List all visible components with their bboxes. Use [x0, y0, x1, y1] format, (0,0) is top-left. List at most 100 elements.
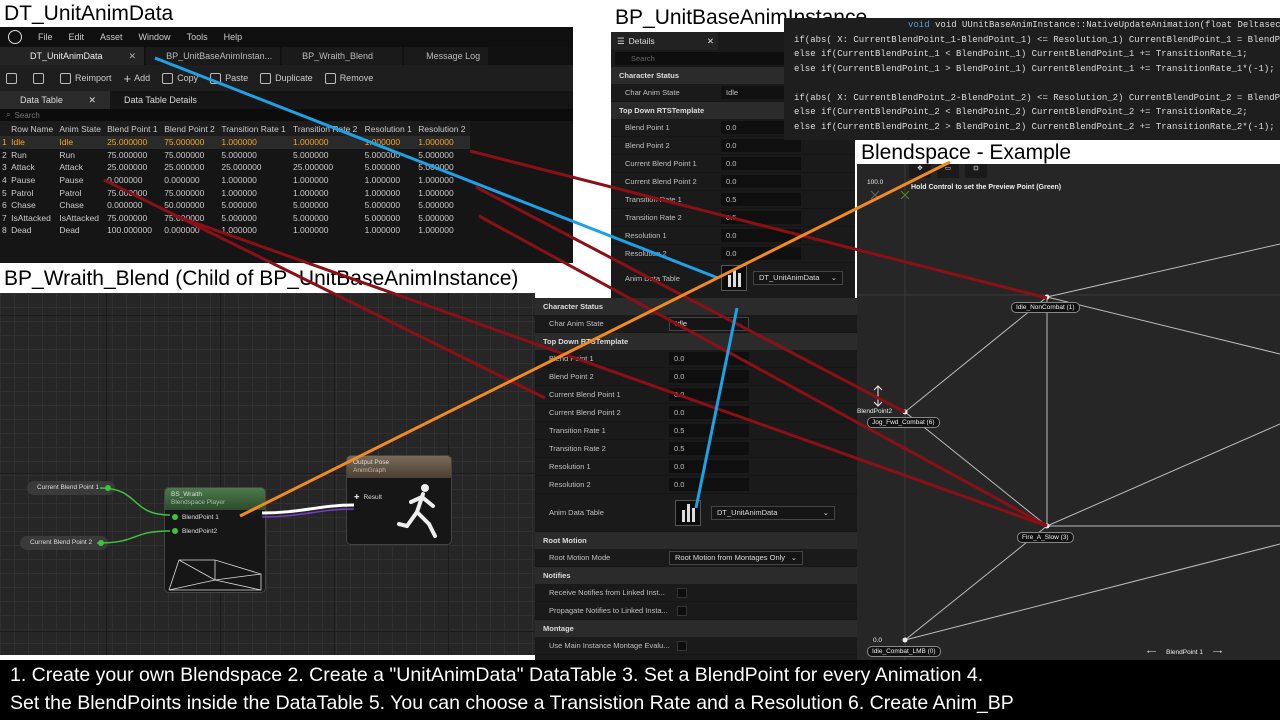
column-header[interactable]	[0, 121, 10, 136]
var-current-blend-point-2[interactable]: Current Blend Point 2	[20, 536, 109, 550]
table-row[interactable]: 1 Idle Idle 25.000000 75.000000 1.000000 1.000…	[0, 136, 470, 149]
prop-value-input[interactable]: 0.0	[721, 229, 801, 242]
details-tab[interactable]: ☰ Details ✕	[611, 32, 718, 50]
table-row[interactable]: 3 Attack Attack 25.000000 25.000000 25.000000…	[0, 161, 470, 174]
prop-label: Resolution 1	[625, 231, 667, 240]
prop-value-input[interactable]: 0.0	[669, 460, 749, 473]
save-button[interactable]	[6, 72, 21, 84]
pin-blendpoint-1[interactable]: BlendPoint 1	[165, 510, 265, 524]
prop-label: Transition Rate 1	[625, 195, 682, 204]
prop-value-input[interactable]: 0.0	[669, 406, 749, 419]
blendspace-player-node[interactable]: BS_Wraith Blendspace Player BlendPoint 1 …	[164, 487, 266, 593]
prop-value-input[interactable]: 0.0	[669, 352, 749, 365]
char-anim-state-dropdown[interactable]: Idle ⌄	[669, 316, 749, 331]
column-header[interactable]: Transition Rate 2	[290, 121, 363, 136]
menu-asset[interactable]: Asset	[92, 32, 131, 42]
receive-notifies-checkbox[interactable]	[677, 587, 687, 598]
column-header[interactable]: Resolution 1	[362, 121, 417, 136]
table-cell: 1.000000	[364, 175, 401, 186]
var-current-blend-point-1[interactable]: Current Blend Point 1	[27, 481, 116, 495]
table-cell: 5.000000	[292, 212, 329, 223]
prop-root-motion-mode: Root Motion Mode Root Motion from Montage…	[535, 549, 857, 567]
sample-idle-combat-lmb[interactable]: Idle_Combat_LMB (0)	[867, 646, 941, 657]
table-row[interactable]: 5 Patrol Patrol 75.000000 75.000000 1.000000 1…	[0, 186, 470, 199]
sample-fire-a-slow[interactable]: Fire_A_Slow (3)	[1017, 532, 1074, 543]
table-row[interactable]: 8 Dead Dead 100.000000 0.000000 1.000000 1.000…	[0, 224, 470, 237]
search-input[interactable]: ⌕ Search	[0, 109, 573, 121]
tab-message-log[interactable]: Message Log	[404, 47, 489, 65]
sample-idle-noncombat[interactable]: Idle_NonCombat (1)	[1011, 302, 1080, 313]
x-axis-label: ⟵ BlendPoint 1 ⟶	[1147, 648, 1222, 656]
prop-label: Blend Point 2	[625, 141, 670, 150]
tab-bp-unitbaseaniminstance[interactable]: BP_UnitBaseAnimInstan...	[146, 47, 281, 65]
table-row[interactable]: 2 Run Run 75.000000 75.000000 5.000000 5.00000…	[0, 149, 470, 162]
table-row[interactable]: 7 IsAttacked IsAttacked 75.000000 75.000000 5…	[0, 212, 470, 225]
table-row[interactable]: 6 Chase Chase 0.000000 50.000000 5.000000 5.00…	[0, 199, 470, 212]
prop-value-input[interactable]: 0.0	[669, 388, 749, 401]
close-icon[interactable]: ✕	[707, 36, 714, 47]
prop-value-input[interactable]: 0.0	[669, 370, 749, 383]
duplicate-button[interactable]: Duplicate	[260, 72, 313, 84]
unreal-logo-icon[interactable]	[0, 27, 30, 47]
prop-value-input[interactable]: 0.5	[721, 211, 801, 224]
section-root-motion[interactable]: Root Motion	[535, 532, 857, 549]
menu-window[interactable]: Window	[131, 32, 179, 42]
table-cell: Dead	[59, 225, 80, 236]
prop-value-input[interactable]: 0.0	[721, 157, 801, 170]
section-character-status[interactable]: Character Status	[535, 298, 857, 315]
sample-jog-fwd-combat[interactable]: Jog_Fwd_Combat (6)	[867, 417, 940, 428]
column-header[interactable]: Blend Point 1	[105, 121, 163, 136]
column-header[interactable]: Blend Point 2	[162, 121, 220, 136]
prop-label: Blend Point 1	[549, 354, 594, 363]
section-montage[interactable]: Montage	[535, 620, 857, 637]
menu-help[interactable]: Help	[216, 32, 251, 42]
anim-data-table-dropdown[interactable]: DT_UnitAnimData ⌄	[753, 271, 843, 285]
remove-button[interactable]: Remove	[324, 72, 373, 84]
datatable-asset-icon[interactable]	[721, 265, 747, 291]
property-row: Current Blend Point 1 0.0	[535, 386, 857, 404]
property-row: Current Blend Point 1 0.0	[611, 155, 855, 173]
output-pose-node[interactable]: Output Pose AnimGraph ✚ Result	[346, 455, 452, 545]
column-header[interactable]: Anim State	[57, 121, 106, 136]
menu-file[interactable]: File	[30, 32, 61, 42]
column-header[interactable]: Resolution 2	[416, 121, 470, 136]
datatable-asset-icon[interactable]	[675, 499, 701, 526]
use-main-montage-checkbox[interactable]	[677, 640, 687, 651]
prop-value-input[interactable]: 0.0	[721, 139, 801, 152]
section-notifies[interactable]: Notifies	[535, 567, 857, 584]
pin-blendpoint-2[interactable]: BlendPoint2	[165, 524, 265, 538]
menu-edit[interactable]: Edit	[61, 32, 93, 42]
table-cell: 75.000000	[164, 149, 205, 160]
tab-data-table[interactable]: Data Table ✕	[0, 91, 110, 109]
column-header[interactable]: Transition Rate 1	[219, 121, 291, 136]
prop-value-input[interactable]: 0.0	[721, 247, 801, 260]
close-icon[interactable]: ✕	[88, 95, 96, 106]
output-pin[interactable]	[105, 485, 112, 491]
prop-value-input[interactable]: 0.0	[669, 478, 749, 491]
tab-bp-wraith-blend[interactable]: BP_Wraith_Blend	[282, 47, 403, 65]
prop-value-input[interactable]: 0.0	[721, 175, 801, 188]
tab-dt-unitanimdata[interactable]: DT_UnitAnimData ✕	[0, 47, 145, 65]
section-topdown-rts[interactable]: Top Down RTSTemplate	[535, 333, 857, 350]
browse-button[interactable]	[33, 72, 48, 84]
paste-button[interactable]: Paste	[210, 72, 248, 84]
output-pin[interactable]	[98, 540, 105, 546]
menu-tools[interactable]: Tools	[179, 32, 216, 42]
add-button[interactable]: + Add	[124, 71, 151, 86]
close-icon[interactable]: ✕	[129, 51, 137, 62]
reimport-button[interactable]: Reimport	[60, 72, 112, 84]
table-row[interactable]: 4 Pause Pause 0.000000 0.000000 1.000000 1.000…	[0, 174, 470, 187]
prop-label: Char Anim State	[625, 88, 680, 97]
column-header[interactable]: Row Name	[9, 121, 58, 136]
prop-value-input[interactable]: 0.5	[721, 193, 801, 206]
root-motion-mode-dropdown[interactable]: Root Motion from Montages Only ⌄	[669, 550, 803, 565]
table-cell: Attack	[11, 162, 35, 173]
prop-value-input[interactable]: 0.5	[669, 442, 749, 455]
copy-button[interactable]: Copy	[162, 72, 198, 84]
anim-data-table-dropdown[interactable]: DT_UnitAnimData ⌄	[711, 505, 835, 520]
prop-value-input[interactable]: 0.5	[669, 424, 749, 437]
tab-data-table-details[interactable]: Data Table Details	[110, 91, 211, 109]
propagate-notifies-checkbox[interactable]	[677, 605, 687, 616]
code-editor: void void UUnitBaseAnimInstance::NativeU…	[784, 18, 1280, 140]
property-row: Transition Rate 1 0.5	[611, 191, 855, 209]
